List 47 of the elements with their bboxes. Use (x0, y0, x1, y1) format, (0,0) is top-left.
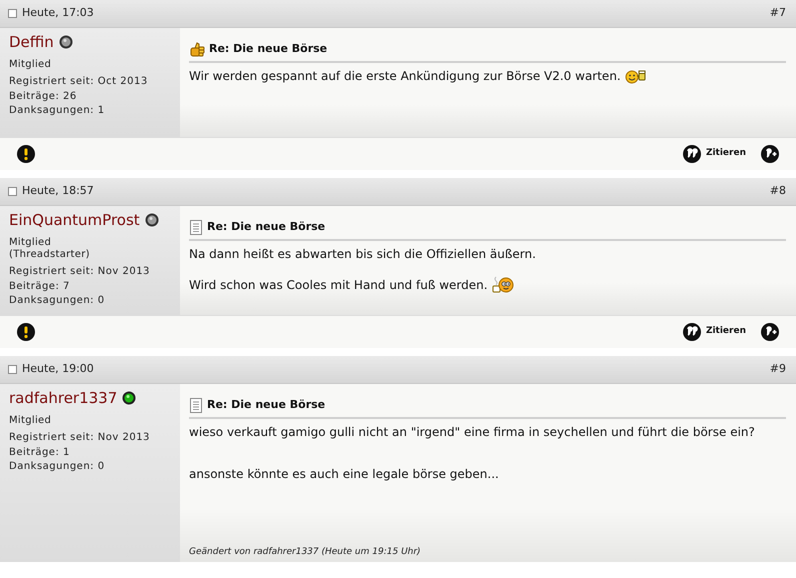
post-title: Re: Die neue Börse (207, 219, 326, 235)
username-link[interactable]: radfahrer1337 (9, 387, 118, 409)
quote-link[interactable]: Zitieren (706, 325, 746, 339)
user-stat: Registriert seit: Nov 2013 (9, 265, 151, 279)
quote-icon[interactable] (682, 323, 701, 341)
user-stat: Danksagungen: 0 (9, 294, 106, 308)
multi-quote-icon[interactable] (761, 323, 779, 341)
post-number-link[interactable]: #7 (770, 5, 788, 22)
user-rank: Mitglied (9, 237, 52, 249)
user-rank: Mitglied (9, 59, 52, 71)
post-status-icon (8, 9, 17, 18)
post-text: Na dann heißt es abwarten bis sich die Offiziellen äußern. (189, 246, 536, 262)
post-title: Re: Die neue Börse (207, 397, 326, 413)
post-title: Re: Die neue Börse (209, 41, 328, 57)
document-icon (189, 220, 203, 235)
post-date: Heute, 18:57 (22, 183, 94, 200)
document-icon (189, 398, 203, 413)
quote-link[interactable]: Zitieren (706, 147, 746, 161)
smiley-with-cup-icon (492, 274, 514, 292)
user-stat: Danksagungen: 1 (9, 104, 106, 118)
user-stat: Beiträge: 7 (9, 280, 71, 294)
post-number-link[interactable]: #8 (770, 183, 788, 200)
user-stat: Beiträge: 1 (9, 446, 71, 460)
warning-icon[interactable] (17, 145, 35, 163)
warning-icon[interactable] (17, 323, 35, 341)
user-stat: Registriert seit: Nov 2013 (9, 431, 151, 445)
username-link[interactable]: EinQuantumProst (9, 209, 140, 231)
multi-quote-icon[interactable] (761, 145, 779, 163)
post-text: wieso verkauft gamigo gulli nicht an "irgend" eine firma in seychellen und führt die börse ein? (189, 424, 755, 440)
username-link[interactable]: Deffin (9, 31, 54, 53)
edit-note: Geändert von radfahrer1337 (Heute um 19:15 Uhr) (189, 546, 422, 558)
thumbs-up-icon (189, 42, 205, 57)
user-stat: Registriert seit: Oct 2013 (9, 75, 149, 89)
user-stat: Beiträge: 26 (9, 90, 78, 104)
smiley-with-beer-icon (624, 68, 647, 84)
post-status-icon (8, 365, 17, 374)
user-rank: Mitglied (9, 415, 52, 427)
post-date: Heute, 19:00 (22, 361, 94, 378)
post-text: Wird schon was Cooles mit Hand und fuß werden. (189, 276, 488, 292)
post-number-link[interactable]: #9 (770, 361, 788, 378)
post-date: Heute, 17:03 (22, 5, 94, 22)
post-text: Wir werden gespannt auf die erste Ankündigung zur Börse V2.0 warten. (189, 68, 621, 84)
user-rank-note: (Threadstarter) (9, 249, 91, 261)
post-status-icon (8, 187, 17, 196)
post-text: ansonste könnte es auch eine legale börse geben... (189, 466, 499, 482)
quote-icon[interactable] (682, 145, 701, 163)
user-stat: Danksagungen: 0 (9, 460, 106, 474)
